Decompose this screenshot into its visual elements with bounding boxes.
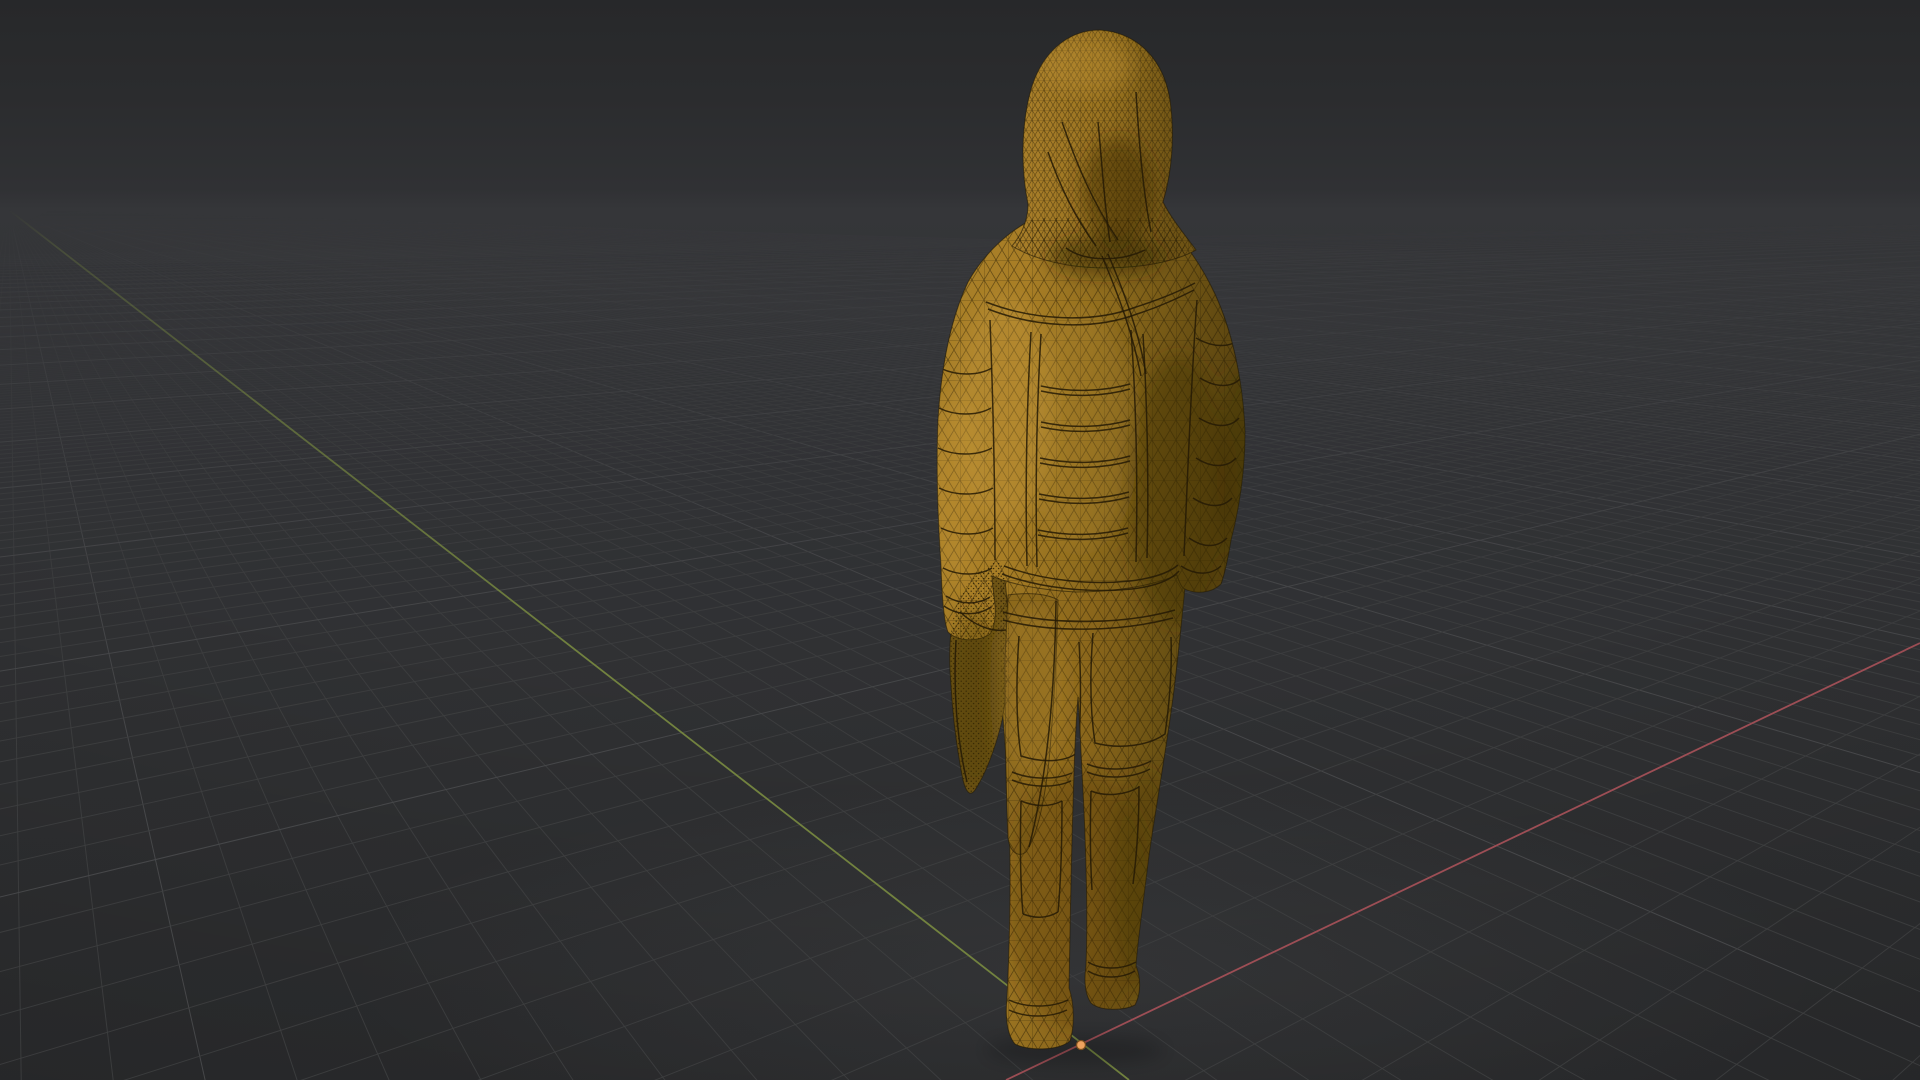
overlay-markers [1075, 1039, 1087, 1051]
viewport-3d[interactable] [0, 0, 1920, 1080]
object-origin-dot[interactable] [1075, 1039, 1087, 1051]
